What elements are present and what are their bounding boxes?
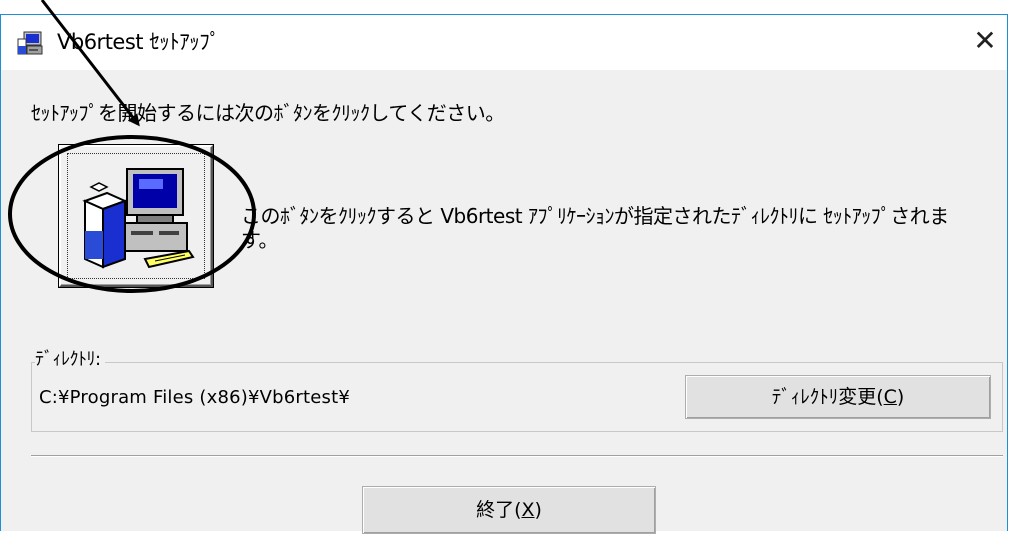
setup-description: このﾎﾞﾀﾝをｸﾘｯｸすると Vb6rtest ｱﾌﾟﾘｹｰｼｮﾝが指定されたﾃ… [241, 204, 949, 252]
exit-accel: X [521, 499, 535, 521]
exit-label: 終了( [476, 499, 522, 521]
change-directory-label: ﾃﾞｨﾚｸﾄﾘ変更( [771, 386, 884, 408]
installer-computer-icon [82, 168, 195, 269]
setup-app-icon [17, 31, 43, 55]
install-path: C:¥Program Files (x86)¥Vb6rtest¥ [39, 387, 351, 408]
exit-suffix: ) [534, 499, 542, 521]
directory-group-label: ﾃﾞｨﾚｸﾄﾘ: [35, 348, 105, 372]
change-directory-suffix: ) [896, 386, 905, 408]
window-title: Vb6rtest ｾｯﾄｱｯﾌﾟ [57, 30, 220, 54]
close-icon[interactable]: ✕ [969, 25, 1001, 57]
exit-button[interactable]: 終了(X) [362, 486, 656, 534]
change-directory-accel: C [883, 386, 897, 408]
separator-line [31, 455, 1003, 457]
change-directory-button[interactable]: ﾃﾞｨﾚｸﾄﾘ変更(C) [685, 375, 991, 419]
instruction-text: ｾｯﾄｱｯﾌﾟを開始するには次のﾎﾞﾀﾝをｸﾘｯｸしてください。 [31, 101, 505, 125]
setup-button[interactable] [59, 145, 213, 287]
setup-dialog: Vb6rtest ｾｯﾄｱｯﾌﾟ ✕ ｾｯﾄｱｯﾌﾟを開始するには次のﾎﾞﾀﾝを… [0, 14, 1008, 534]
title-bar[interactable]: Vb6rtest ｾｯﾄｱｯﾌﾟ ✕ [1, 14, 1007, 70]
